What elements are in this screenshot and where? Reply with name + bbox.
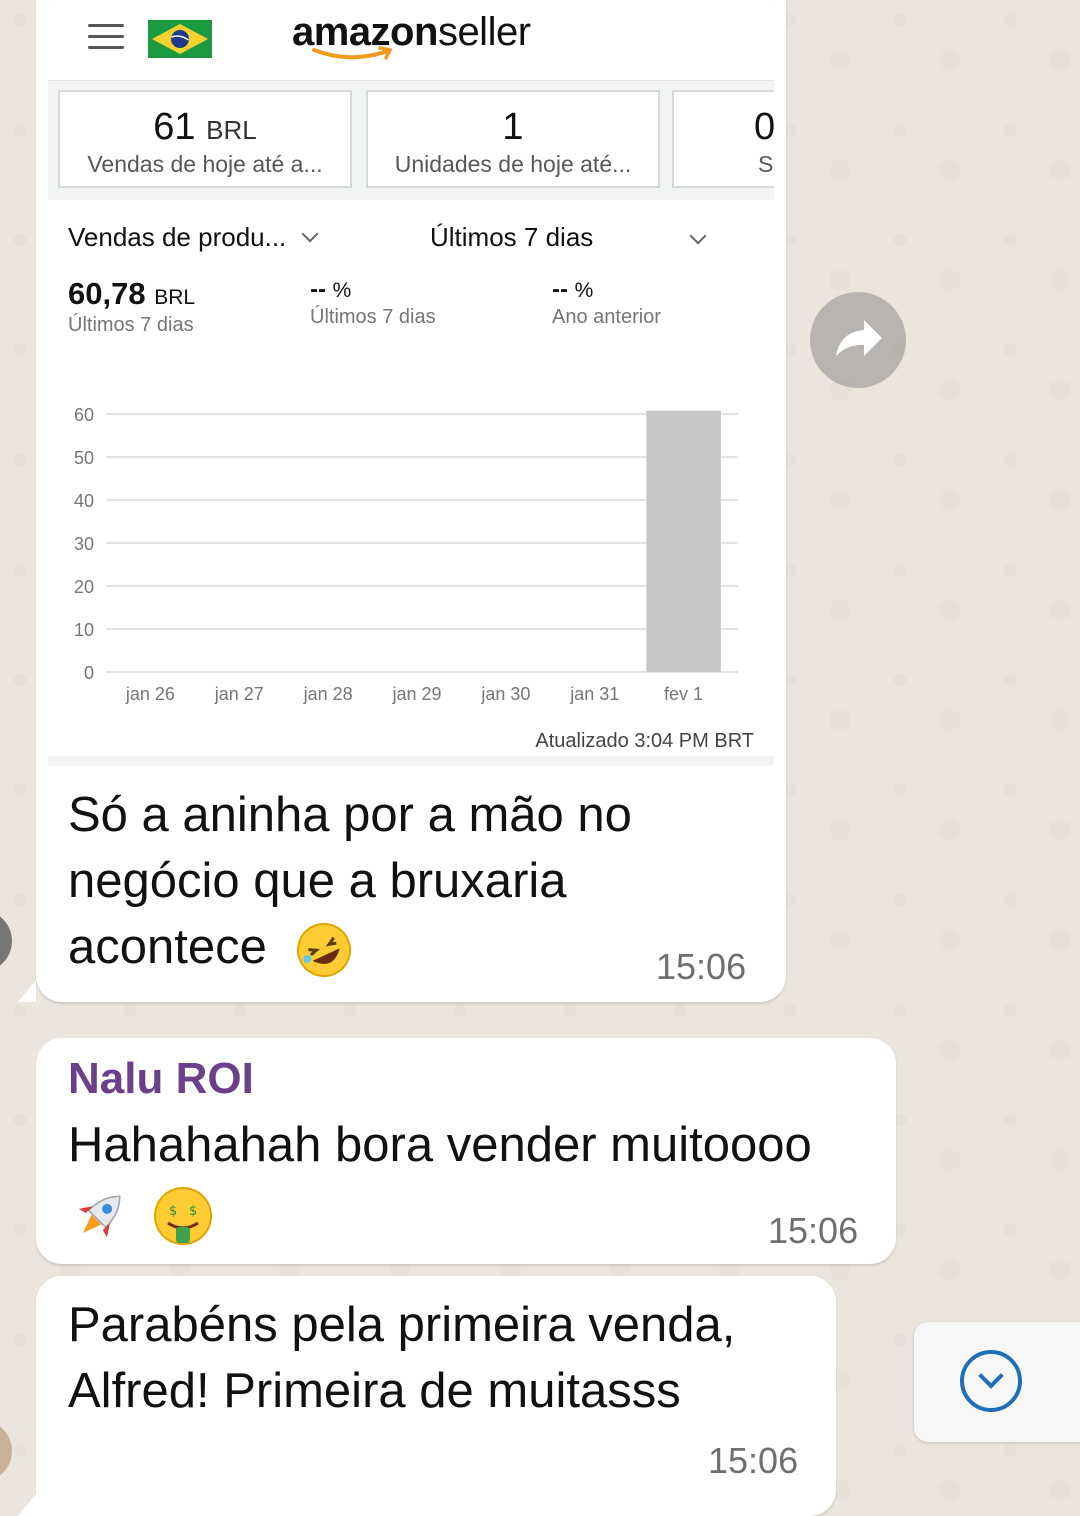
updated-timestamp: Atualizado 3:04 PM BRT — [535, 730, 754, 752]
message-bubble[interactable]: Nalu ROI Hahahahah bora vender muitoooo … — [36, 1038, 896, 1264]
message-line: Parabéns pela primeira venda, — [68, 1298, 736, 1352]
brazil-flag-icon — [148, 20, 212, 58]
metric-unit: % — [332, 279, 352, 302]
metric-dropdown[interactable]: Vendas de produ... — [68, 222, 319, 253]
x-tick-label: jan 29 — [391, 684, 441, 704]
x-tick-label: fev 1 — [664, 684, 703, 704]
message-line: Alfred! Primeira de muitasss — [68, 1364, 681, 1418]
metric-value: -- — [552, 276, 568, 303]
y-tick-label: 40 — [74, 491, 94, 511]
message-bubble[interactable]: Parabéns pela primeira venda, Alfred! Pr… — [18, 1276, 836, 1516]
bar — [646, 410, 721, 672]
kpi-card-sales[interactable]: 61 BRL Vendas de hoje até a... — [58, 90, 352, 188]
forward-arrow-icon — [836, 320, 882, 356]
period-dropdown[interactable]: Últimos 7 dias — [430, 222, 710, 253]
metric-dropdown-label: Vendas de produ... — [68, 222, 287, 252]
chevron-down-icon — [689, 227, 707, 245]
sales-panel: Vendas de produ... Últimos 7 dias 60,78 … — [48, 200, 774, 756]
kpi-label: S — [758, 151, 774, 177]
metric-value: 60,78 — [68, 276, 146, 311]
amazon-smile-icon — [312, 46, 393, 60]
message-line-with-emoji: acontece — [68, 914, 632, 980]
period-dropdown-label: Últimos 7 dias — [430, 222, 594, 252]
money-mouth-emoji: $ $ — [153, 1187, 212, 1246]
seller-screenshot[interactable]: amazonseller 61 BRL Vendas de hoje até a… — [48, 0, 774, 766]
kpi-label: Unidades de hoje até... — [394, 151, 632, 177]
svg-text:$: $ — [169, 1204, 177, 1219]
kpi-value: 61 — [153, 106, 196, 148]
kpi-unit: BRL — [206, 115, 257, 145]
metric-label: Últimos 7 dias — [310, 306, 436, 328]
x-tick-label: jan 30 — [480, 684, 530, 704]
metric-value: -- — [310, 276, 326, 303]
metric-change-year: -- % Ano anterior — [552, 276, 661, 329]
y-tick-label: 20 — [74, 577, 94, 597]
kpi-label: Vendas de hoje até a... — [87, 151, 323, 177]
message-text: Parabéns pela primeira venda, Alfred! Pr… — [68, 1292, 735, 1424]
message-line: Só a aninha por a mão no — [68, 788, 632, 842]
y-tick-label: 30 — [74, 534, 94, 554]
message-bubble-image[interactable]: amazonseller 61 BRL Vendas de hoje até a… — [18, 0, 786, 1002]
seller-app-header: amazonseller — [48, 0, 774, 81]
scroll-to-bottom-button[interactable] — [914, 1322, 1080, 1442]
kpi-card-units[interactable]: 1 Unidades de hoje até... — [366, 90, 660, 188]
hamburger-icon — [88, 24, 124, 52]
message-time: 15:06 — [656, 946, 747, 987]
bubble-tail — [18, 1494, 36, 1516]
message-text: Só a aninha por a mão no negócio que a b… — [68, 782, 632, 980]
kpi-card-partial[interactable]: 0 S — [672, 90, 774, 188]
rolling-on-floor-laughing-emoji — [296, 923, 351, 978]
svg-text:$: $ — [189, 1204, 197, 1219]
message-line: negócio que a bruxaria — [68, 854, 567, 908]
sales-bar-chart: 0 10 20 30 40 50 60 jan 26 jan 27 jan 28 jan 29 jan… — [74, 405, 738, 704]
chevron-down-circle-icon — [960, 1350, 1022, 1412]
message-line: Hahahahah bora vender muitoooo — [68, 1118, 812, 1172]
metric-label: Últimos 7 dias — [68, 314, 194, 336]
forward-button[interactable] — [810, 292, 906, 388]
kpi-value: 0 — [754, 106, 774, 148]
x-tick-label: jan 26 — [125, 684, 175, 704]
y-tick-label: 10 — [74, 620, 94, 640]
bubble-tail — [18, 980, 36, 1002]
rocket-emoji — [78, 1195, 121, 1238]
kpi-value: 1 — [502, 106, 524, 148]
metric-change-week: -- % Últimos 7 dias — [310, 276, 436, 329]
metric-unit: % — [574, 279, 594, 302]
message-emojis: $ $ — [68, 1180, 812, 1248]
y-tick-label: 60 — [74, 405, 94, 425]
x-tick-label: jan 27 — [214, 684, 264, 704]
message-time: 15:06 — [768, 1210, 859, 1251]
metric-unit: BRL — [154, 286, 196, 309]
metric-total-sales: 60,78 BRL Últimos 7 dias — [68, 276, 195, 337]
y-tick-label: 0 — [84, 663, 94, 683]
message-time: 15:06 — [708, 1440, 799, 1481]
message-text: Hahahahah bora vender muitoooo $ $ — [68, 1112, 812, 1248]
sender-name[interactable]: Nalu ROI — [68, 1054, 254, 1104]
message-line: acontece — [68, 920, 267, 974]
metric-label: Ano anterior — [552, 306, 661, 328]
chevron-down-icon — [301, 225, 319, 243]
x-tick-label: jan 31 — [569, 684, 619, 704]
y-tick-label: 50 — [74, 448, 94, 468]
x-tick-label: jan 28 — [303, 684, 353, 704]
